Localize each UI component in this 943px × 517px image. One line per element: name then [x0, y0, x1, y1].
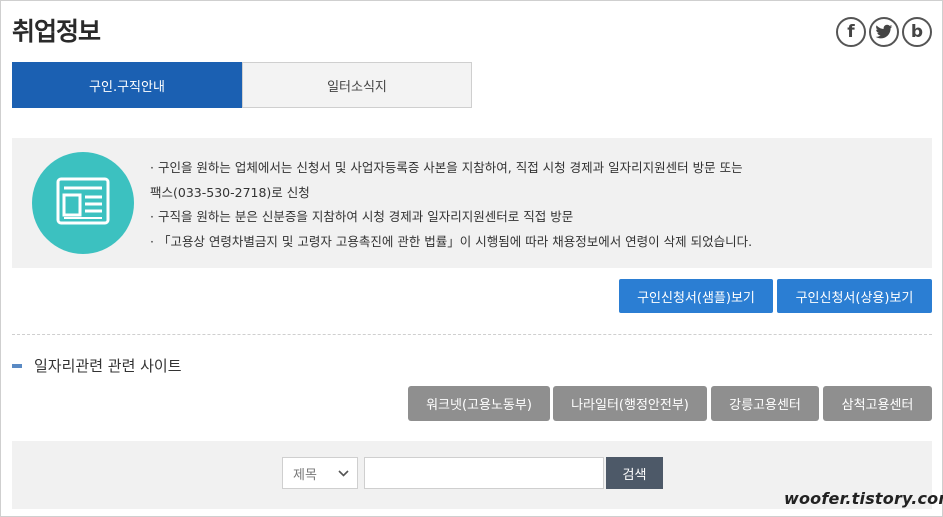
- info-line: · 구직을 원하는 분은 신분증을 지참하여 시청 경제과 일자리지원센터로 직…: [150, 209, 574, 224]
- section-divider: [12, 334, 932, 335]
- related-sites-heading: 일자리관련 관련 사이트: [12, 355, 182, 376]
- tab-bar: 구인.구직안내 일터소식지: [12, 62, 472, 108]
- blog-icon: b: [910, 22, 924, 42]
- page-title: 취업정보: [12, 17, 101, 46]
- twitter-icon: [875, 24, 893, 39]
- info-line: · 구인을 원하는 업체에서는 신청서 및 사업자등록증 사본을 지참하여, 직…: [150, 160, 743, 175]
- facebook-share-button[interactable]: f: [836, 17, 866, 47]
- blog-share-button[interactable]: b: [902, 17, 932, 47]
- tab-newsletter[interactable]: 일터소식지: [242, 62, 472, 108]
- tab-job-guide[interactable]: 구인.구직안내: [12, 62, 242, 108]
- search-field-value: 제목: [293, 467, 317, 483]
- worknet-link[interactable]: 워크넷(고용노동부): [408, 386, 550, 421]
- search-field-select[interactable]: 제목: [282, 457, 358, 489]
- narailter-link[interactable]: 나라일터(행정안전부): [553, 386, 707, 421]
- info-line: · 「고용상 연령차별금지 및 고령자 고용촉진에 관한 법률」이 시행됨에 따…: [150, 233, 753, 249]
- samcheok-center-link[interactable]: 삼척고용센터: [823, 386, 932, 421]
- sample-form-button[interactable]: 구인신청서(샘플)보기: [619, 279, 773, 313]
- search-button[interactable]: 검색: [606, 457, 663, 489]
- facebook-icon: f: [847, 22, 855, 42]
- related-sites-title: 일자리관련 관련 사이트: [34, 357, 182, 375]
- twitter-share-button[interactable]: [869, 17, 899, 47]
- info-box: · 구인을 원하는 업체에서는 신청서 및 사업자등록증 사본을 지참하여, 직…: [12, 138, 932, 268]
- watermark: woofer.tistory.com: [784, 489, 943, 508]
- heading-bullet-icon: [12, 363, 22, 368]
- chevron-down-icon: [338, 470, 349, 477]
- search-input[interactable]: [364, 457, 604, 489]
- info-text: · 구인을 원하는 업체에서는 신청서 및 사업자등록증 사본을 지참하여, 직…: [150, 156, 910, 254]
- newspaper-icon: [32, 152, 134, 254]
- regular-form-button[interactable]: 구인신청서(상용)보기: [777, 279, 932, 313]
- gangneung-center-link[interactable]: 강릉고용센터: [711, 386, 819, 421]
- info-line: 팩스(033-530-2718)로 신청: [150, 184, 310, 200]
